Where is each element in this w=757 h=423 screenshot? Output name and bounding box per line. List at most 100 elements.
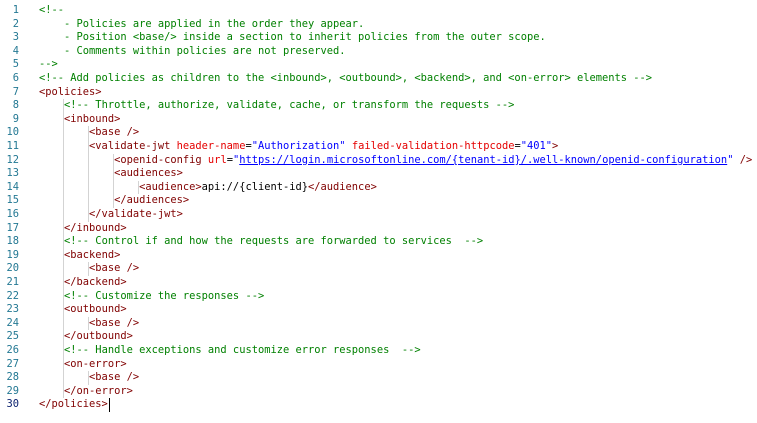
code-text[interactable]: <!-- Add policies as children to the <in… bbox=[39, 72, 652, 86]
code-line[interactable]: 10 <base /> bbox=[0, 126, 757, 140]
indent-guide bbox=[63, 99, 64, 399]
code-tag: <base /> bbox=[89, 262, 140, 275]
line-number: 24 bbox=[6, 316, 19, 329]
line-number: 3 bbox=[12, 31, 19, 44]
code-text[interactable]: <inbound> bbox=[39, 113, 120, 127]
code-tag: <base /> bbox=[89, 371, 140, 384]
code-tag: /> bbox=[733, 153, 753, 166]
code-text[interactable]: </outbound> bbox=[39, 330, 133, 344]
code-line[interactable]: 19 <backend> bbox=[0, 249, 757, 263]
code-text[interactable]: - Position <base/> inside a section to i… bbox=[39, 31, 546, 45]
text-cursor bbox=[108, 398, 110, 413]
code-attribute: url bbox=[201, 153, 227, 166]
code-text[interactable]: <!-- Handle exceptions and customize err… bbox=[39, 344, 421, 358]
code-line[interactable]: 4 - Comments within policies are not pre… bbox=[0, 45, 757, 59]
code-line[interactable]: 6 <!-- Add policies as children to the <i… bbox=[0, 72, 757, 86]
code-line[interactable]: 23 <outbound> bbox=[0, 303, 757, 317]
code-text[interactable]: - Policies are applied in the order they… bbox=[39, 18, 364, 32]
code-text[interactable]: --> bbox=[39, 58, 58, 72]
line-number: 30 bbox=[6, 398, 19, 411]
code-text[interactable]: </on-error> bbox=[39, 385, 133, 399]
line-number: 21 bbox=[6, 276, 19, 288]
code-text[interactable]: </validate-jwt> bbox=[39, 208, 183, 222]
code-comment: <!-- Control if and how the requests are… bbox=[64, 235, 484, 248]
line-number: 8 bbox=[12, 99, 19, 112]
code-line[interactable]: 9 <inbound> bbox=[0, 113, 757, 127]
code-line[interactable]: 18 <!-- Control if and how the requests … bbox=[0, 235, 757, 249]
code-line[interactable]: 1 <!-- bbox=[0, 4, 757, 18]
code-line[interactable]: 16 </validate-jwt> bbox=[0, 208, 757, 222]
code-text[interactable]: <policies> bbox=[39, 86, 102, 100]
code-tag: <inbound> bbox=[64, 112, 121, 125]
code-tag: </outbound> bbox=[64, 330, 133, 343]
indent-guide bbox=[88, 262, 90, 276]
code-tag: </audiences> bbox=[114, 194, 190, 207]
code-line[interactable]: 5 --> bbox=[0, 58, 757, 72]
code-tag: <backend> bbox=[64, 248, 121, 261]
code-text[interactable]: </backend> bbox=[39, 276, 127, 290]
code-tag: </policies> bbox=[39, 398, 108, 411]
code-line[interactable]: 8 <!-- Throttle, authorize, validate, ca… bbox=[0, 99, 757, 113]
code-line[interactable]: 25 </outbound> bbox=[0, 330, 757, 344]
code-line[interactable]: 3 - Position <base/> inside a section to… bbox=[0, 31, 757, 45]
code-text[interactable]: <!-- bbox=[39, 4, 64, 18]
code-tag: <openid-config bbox=[114, 153, 202, 166]
code-text[interactable]: <!-- Throttle, authorize, validate, cach… bbox=[39, 99, 514, 113]
code-line[interactable]: 29 </on-error> bbox=[0, 385, 757, 399]
code-text[interactable]: <openid-config url="https://login.micros… bbox=[39, 154, 752, 168]
code-line[interactable]: 30 </policies> bbox=[0, 398, 757, 412]
code-text[interactable]: - Comments within policies are not prese… bbox=[39, 45, 346, 59]
line-number: 2 bbox=[12, 17, 19, 30]
code-comment: --> bbox=[39, 58, 58, 71]
code-text[interactable]: <on-error> bbox=[39, 358, 127, 372]
code-line[interactable]: 27 <on-error> bbox=[0, 358, 757, 372]
line-number: 25 bbox=[6, 330, 19, 343]
code-string[interactable]: https://login.microsoftonline.com/{tenan… bbox=[239, 154, 727, 166]
code-text[interactable]: <!-- Customize the responses --> bbox=[39, 290, 264, 304]
code-text[interactable]: </policies> bbox=[39, 398, 108, 412]
code-text[interactable]: <validate-jwt header-name="Authorization… bbox=[39, 140, 558, 154]
code-text[interactable]: <audiences> bbox=[39, 167, 183, 181]
line-number: 23 bbox=[6, 303, 19, 316]
code-line[interactable]: 24 <base /> bbox=[0, 317, 757, 331]
code-string: "401" bbox=[520, 140, 553, 152]
code-text[interactable]: <backend> bbox=[39, 249, 120, 263]
code-line[interactable]: 2 - Policies are applied in the order th… bbox=[0, 18, 757, 32]
code-text[interactable]: <audience>api://{client-id}</audience> bbox=[39, 181, 377, 195]
line-number: 18 bbox=[6, 235, 19, 248]
code-line[interactable]: 11 <validate-jwt header-name="Authorizat… bbox=[0, 140, 757, 154]
code-line[interactable]: 28 <base /> bbox=[0, 371, 757, 385]
line-number: 11 bbox=[6, 140, 19, 152]
code-line[interactable]: 20 <base /> bbox=[0, 262, 757, 276]
code-text[interactable]: <!-- Control if and how the requests are… bbox=[39, 235, 483, 249]
code-tag: <base /> bbox=[89, 316, 140, 329]
code-line[interactable]: 17 </inbound> bbox=[0, 222, 757, 236]
code-editor[interactable]: 1 <!-- 2 - Policies are applied in the ord… bbox=[0, 0, 757, 423]
code-line[interactable]: 26 <!-- Handle exceptions and customize … bbox=[0, 344, 757, 358]
code-comment: <!-- Throttle, authorize, validate, cach… bbox=[64, 99, 515, 112]
indent-guide bbox=[88, 126, 90, 222]
code-text[interactable]: <outbound> bbox=[39, 303, 127, 317]
code-line[interactable]: 22 <!-- Customize the responses --> bbox=[0, 290, 757, 304]
code-line[interactable]: 7 <policies> bbox=[0, 86, 757, 100]
code-tag: <outbound> bbox=[64, 303, 127, 316]
line-number: 12 bbox=[6, 153, 19, 166]
line-number: 27 bbox=[6, 357, 19, 370]
code-comment: - Position <base/> inside a section to i… bbox=[39, 31, 546, 44]
code-line[interactable]: 21 </backend> bbox=[0, 276, 757, 290]
code-text[interactable]: </inbound> bbox=[39, 222, 127, 236]
code-comment: <!-- Add policies as children to the <in… bbox=[39, 72, 653, 84]
